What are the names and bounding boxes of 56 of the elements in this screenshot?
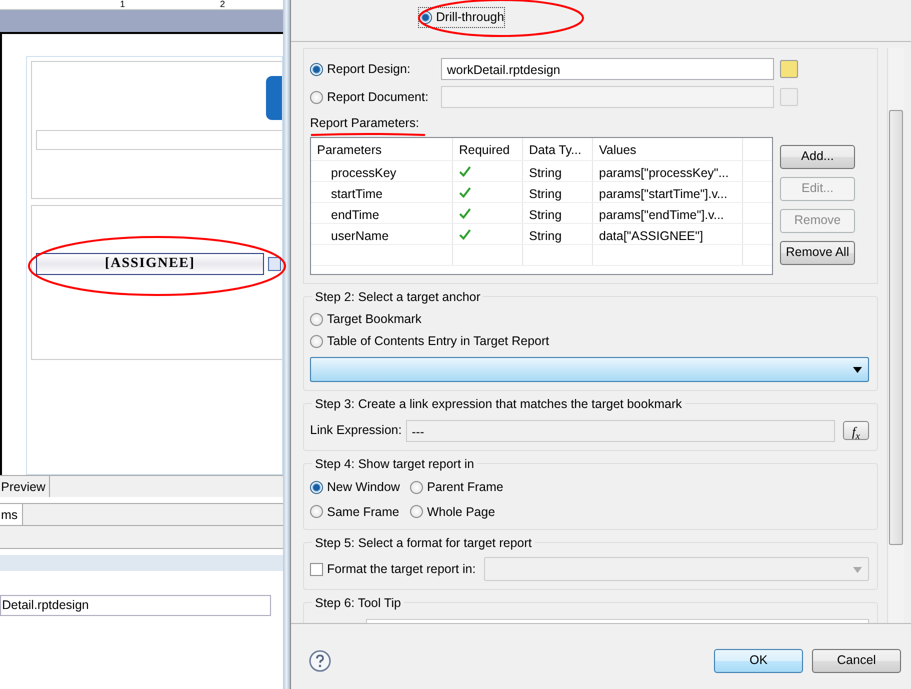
section-label: Report Parameters:: [310, 115, 420, 132]
radio-button[interactable]: [310, 62, 323, 76]
radio-button[interactable]: [310, 480, 323, 494]
column-header: Required: [453, 138, 523, 160]
ruler-label: 2: [220, 0, 226, 9]
function-button[interactable]: f$_{x}$: [843, 421, 869, 440]
help-icon[interactable]: [309, 650, 331, 672]
editor-tab[interactable]: Preview: [0, 476, 50, 497]
column-header: Parameters: [311, 138, 453, 160]
table-cell: processKey: [311, 160, 453, 181]
radio-option[interactable]: Table of Contents Entry in Target Report: [310, 332, 550, 352]
table-button[interactable]: Remove All: [780, 240, 855, 265]
radio-button[interactable]: [310, 335, 323, 348]
radio-option[interactable]: Whole Page: [410, 502, 504, 522]
dialog-button[interactable]: Cancel: [812, 648, 901, 672]
table-cell: params["processKey"...: [593, 160, 743, 181]
radio-option[interactable]: Same Frame: [310, 502, 400, 522]
table-button[interactable]: Add...: [780, 144, 855, 169]
view-tab[interactable]: ms: [0, 504, 23, 525]
file-field[interactable]: Detail.rptdesign: [0, 595, 271, 616]
link-type-option[interactable]: Drill-through: [419, 8, 504, 27]
column-header: Values: [593, 138, 743, 160]
dialog-button[interactable]: OK: [714, 648, 803, 672]
logo-icon: [266, 76, 282, 120]
table-cell: startTime: [311, 182, 453, 202]
caret-icon: [853, 567, 862, 574]
folder-icon[interactable]: [780, 60, 798, 78]
radio-option[interactable]: New Window: [310, 478, 400, 496]
ruler-label: 1: [120, 0, 126, 9]
radio-option[interactable]: Report Design:: [310, 60, 441, 78]
radio-button[interactable]: [410, 505, 423, 518]
table-cell: String: [523, 182, 593, 202]
table-cell: params["endTime"].v...: [593, 202, 743, 223]
field-label: Link Expression:: [310, 422, 402, 440]
radio-button[interactable]: [310, 313, 323, 326]
list-icon: [268, 257, 281, 271]
anchor-dropdown[interactable]: [310, 356, 869, 382]
expression-field[interactable]: ---: [406, 420, 835, 442]
radio-option[interactable]: Target Bookmark: [310, 310, 422, 330]
table-cell: params["startTime"].v...: [593, 182, 743, 202]
table-cell: String: [523, 160, 593, 181]
table-cell: String: [523, 202, 593, 223]
radio-option[interactable]: Parent Frame: [410, 478, 504, 496]
data-item[interactable]: [ASSIGNEE]: [36, 253, 264, 275]
radio-button[interactable]: [410, 480, 423, 494]
table-cell: data["ASSIGNEE"]: [593, 224, 743, 244]
column-header: Data Ty...: [523, 138, 593, 160]
table-cell: endTime: [311, 202, 453, 223]
radio-button[interactable]: [310, 505, 323, 518]
checkbox-option[interactable]: Format the target report in:: [310, 560, 476, 579]
file-field[interactable]: workDetail.rptdesign: [441, 58, 774, 80]
table-cell: String: [523, 224, 593, 244]
checkbox[interactable]: [310, 562, 323, 576]
table-cell: userName: [311, 224, 453, 244]
caret-icon: [853, 366, 862, 373]
scrollbar[interactable]: [887, 48, 904, 623]
